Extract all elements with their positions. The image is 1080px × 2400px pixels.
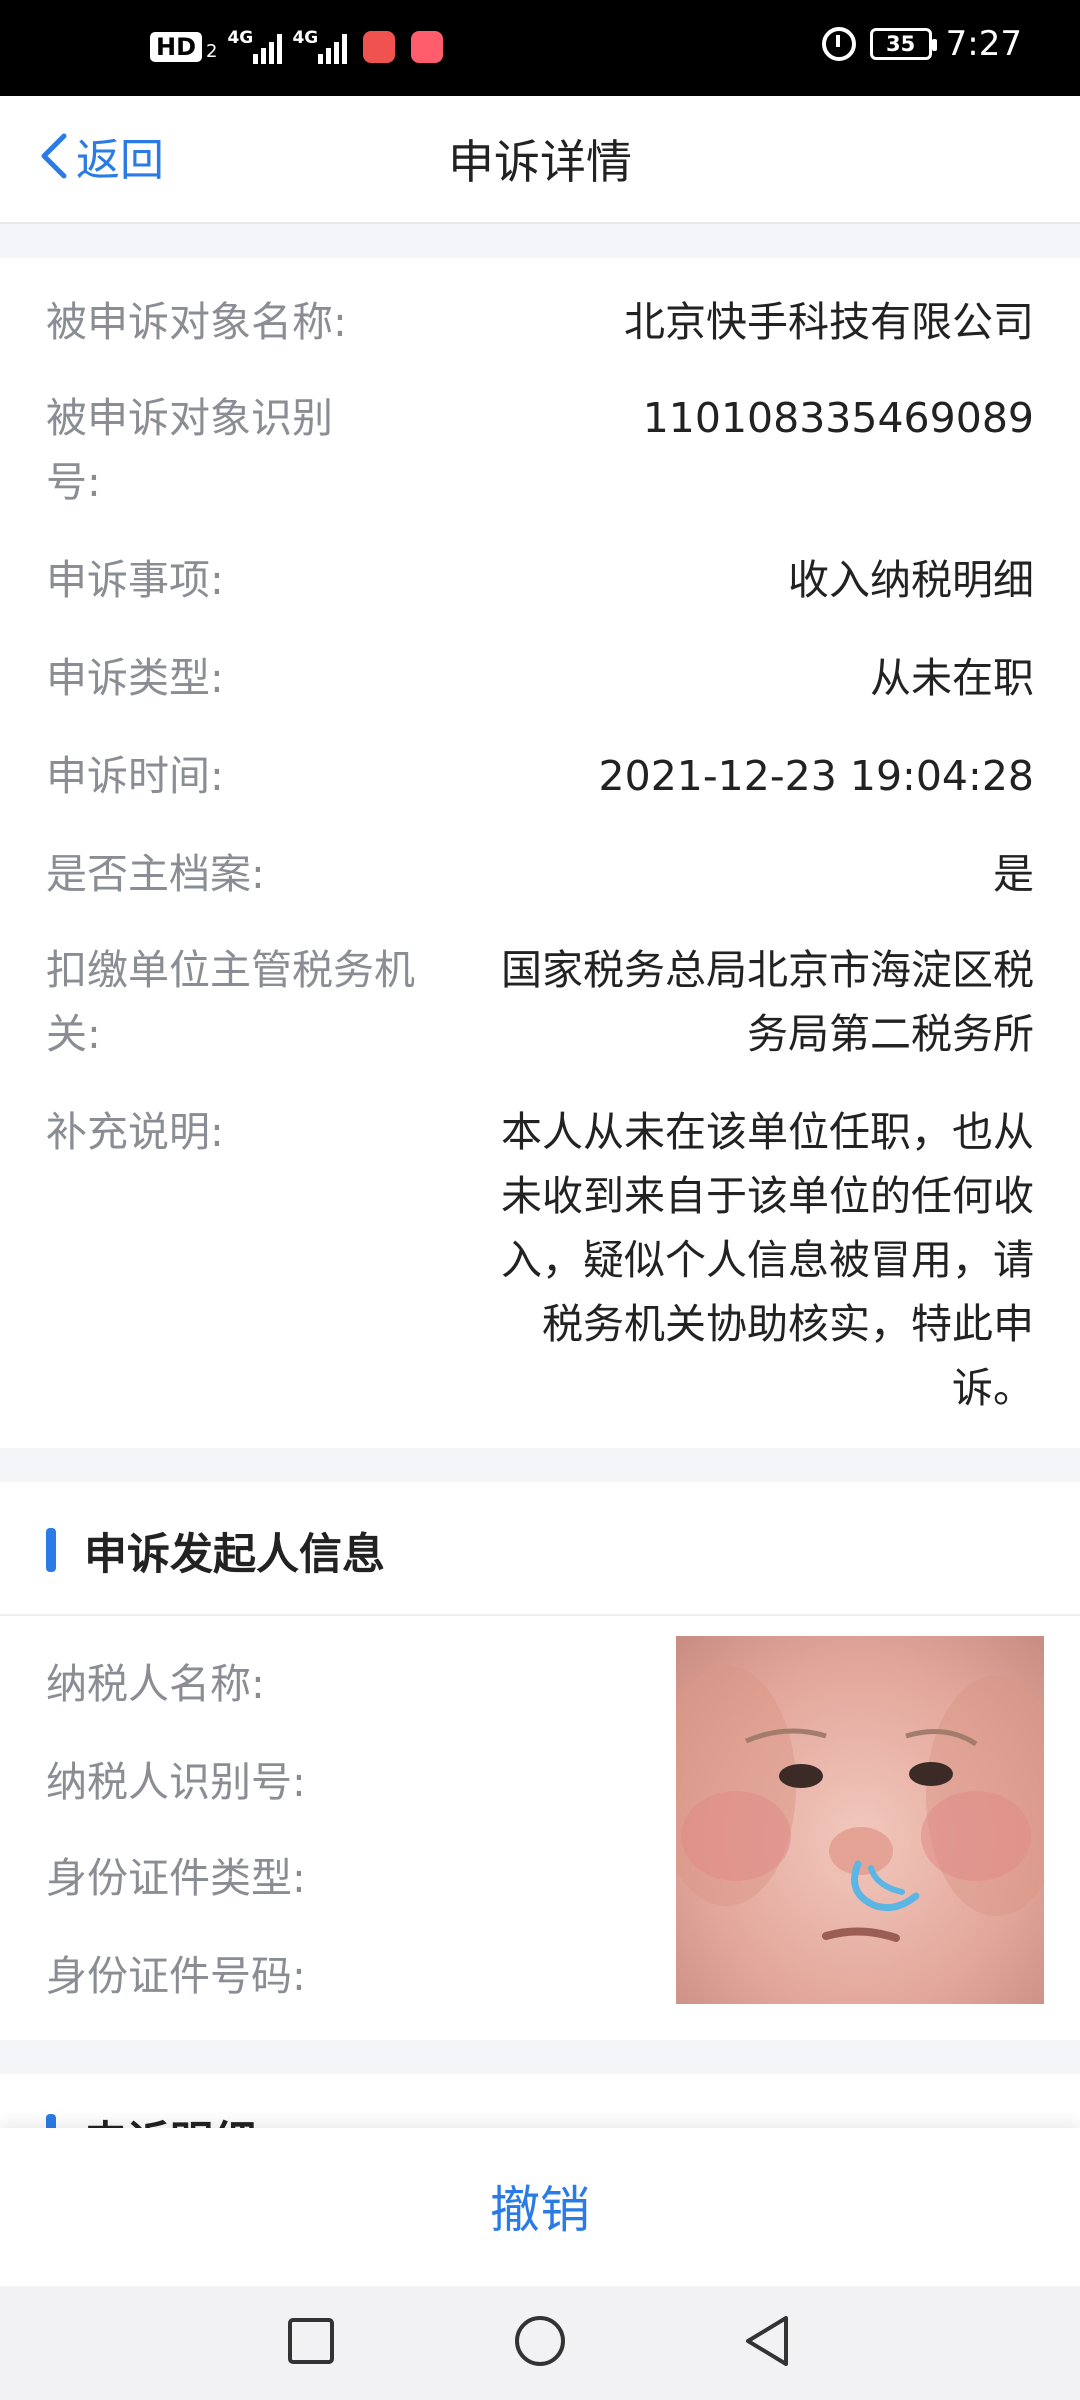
detail-label: 被申诉对象名称: bbox=[46, 298, 347, 346]
detail-row: 被申诉对象名称: 北京快手科技有限公司 bbox=[46, 290, 1034, 354]
nav-bar: 返回 申诉详情 bbox=[0, 96, 1080, 224]
taxpayer-id-label: 纳税人识别号: bbox=[46, 1758, 306, 1806]
shop-app-icon bbox=[411, 31, 444, 63]
battery-icon: 35 bbox=[869, 28, 937, 60]
id-doc-number-label: 身份证件号码: bbox=[46, 1952, 306, 2000]
detail-value: 收入纳税明细 bbox=[788, 556, 1034, 604]
detail-label: 申诉类型: bbox=[46, 654, 224, 702]
detail-label: 申诉时间: bbox=[46, 752, 224, 800]
detail-row: 扣缴单位主管税务机关: 国家税务总局北京市海淀区税务局第二税务所 bbox=[46, 938, 1034, 1066]
detail-row: 补充说明: 本人从未在该单位任职，也从未收到来自于该单位的任何收入，疑似个人信息… bbox=[46, 1100, 1034, 1420]
id-doc-type-label: 身份证件类型: bbox=[46, 1854, 306, 1902]
signal-icon: 4G bbox=[292, 28, 348, 64]
system-nav-bar bbox=[0, 2286, 1080, 2400]
detail-row: 申诉类型: 从未在职 bbox=[46, 646, 1034, 710]
square-icon bbox=[288, 2318, 334, 2364]
alarm-icon bbox=[821, 27, 856, 61]
back-nav-button[interactable] bbox=[738, 2310, 800, 2372]
appeal-detail-card: 被申诉对象名称: 北京快手科技有限公司 被申诉对象识别号: 1101083354… bbox=[0, 258, 1080, 1448]
appeal-items-card: 申诉明细 bbox=[0, 2074, 1080, 2134]
section-header: 申诉发起人信息 bbox=[0, 1482, 1080, 1616]
section-title: 申诉发起人信息 bbox=[84, 1530, 385, 1580]
home-button[interactable] bbox=[509, 2310, 571, 2372]
detail-value: 本人从未在该单位任职，也从未收到来自于该单位的任何收入，疑似个人信息被冒用，请税… bbox=[501, 1108, 1034, 1412]
detail-row: 申诉事项: 收入纳税明细 bbox=[46, 548, 1034, 612]
detail-value: 是 bbox=[993, 850, 1034, 898]
network-label: 4G bbox=[292, 28, 319, 48]
detail-row: 被申诉对象识别号: 110108335469089 bbox=[46, 386, 1034, 514]
detail-value: 北京快手科技有限公司 bbox=[624, 298, 1034, 346]
status-left: HD 2 4G 4G bbox=[150, 28, 444, 64]
detail-label: 补充说明: bbox=[46, 1108, 224, 1156]
network-label: 4G bbox=[227, 28, 254, 48]
book-app-icon bbox=[363, 31, 396, 63]
detail-label: 是否主档案: bbox=[46, 850, 265, 898]
page-title: 申诉详情 bbox=[448, 135, 632, 189]
detail-value: 国家税务总局北京市海淀区税务局第二税务所 bbox=[501, 946, 1034, 1058]
detail-label: 被申诉对象识别号: bbox=[46, 394, 333, 506]
detail-label: 申诉事项: bbox=[46, 556, 224, 604]
initiator-card: 申诉发起人信息 纳税人名称: 纳税人识别号: 身份证件类型: 身份证件号码: bbox=[0, 1482, 1080, 2040]
signal-icon: 4G bbox=[227, 28, 283, 64]
triangle-back-icon bbox=[746, 2316, 788, 2366]
revoke-button[interactable]: 撤销 bbox=[0, 2170, 1080, 2242]
taxpayer-name-label: 纳税人名称: bbox=[46, 1660, 265, 1708]
status-right: 35 7:27 bbox=[821, 24, 1022, 64]
detail-row: 申诉时间: 2021-12-23 19:04:28 bbox=[46, 744, 1034, 808]
status-bar: HD 2 4G 4G 35 7:27 bbox=[0, 0, 1080, 96]
detail-value: 从未在职 bbox=[870, 654, 1034, 702]
detail-row: 是否主档案: 是 bbox=[46, 842, 1034, 906]
recent-apps-button[interactable] bbox=[280, 2310, 342, 2372]
hd-sub: 2 bbox=[206, 40, 218, 62]
section-accent-bar bbox=[46, 1528, 56, 1572]
clock: 7:27 bbox=[945, 24, 1022, 64]
baby-face-picture bbox=[676, 1666, 1044, 1942]
detail-value: 2021-12-23 19:04:28 bbox=[598, 752, 1034, 800]
sticker-image bbox=[676, 1636, 1044, 2004]
bottom-action-bar: 撤销 bbox=[0, 2128, 1080, 2286]
circle-icon bbox=[515, 2316, 565, 2366]
detail-value: 110108335469089 bbox=[642, 394, 1034, 442]
detail-label: 扣缴单位主管税务机关: bbox=[46, 946, 415, 1058]
hd-icon: HD bbox=[150, 32, 203, 62]
